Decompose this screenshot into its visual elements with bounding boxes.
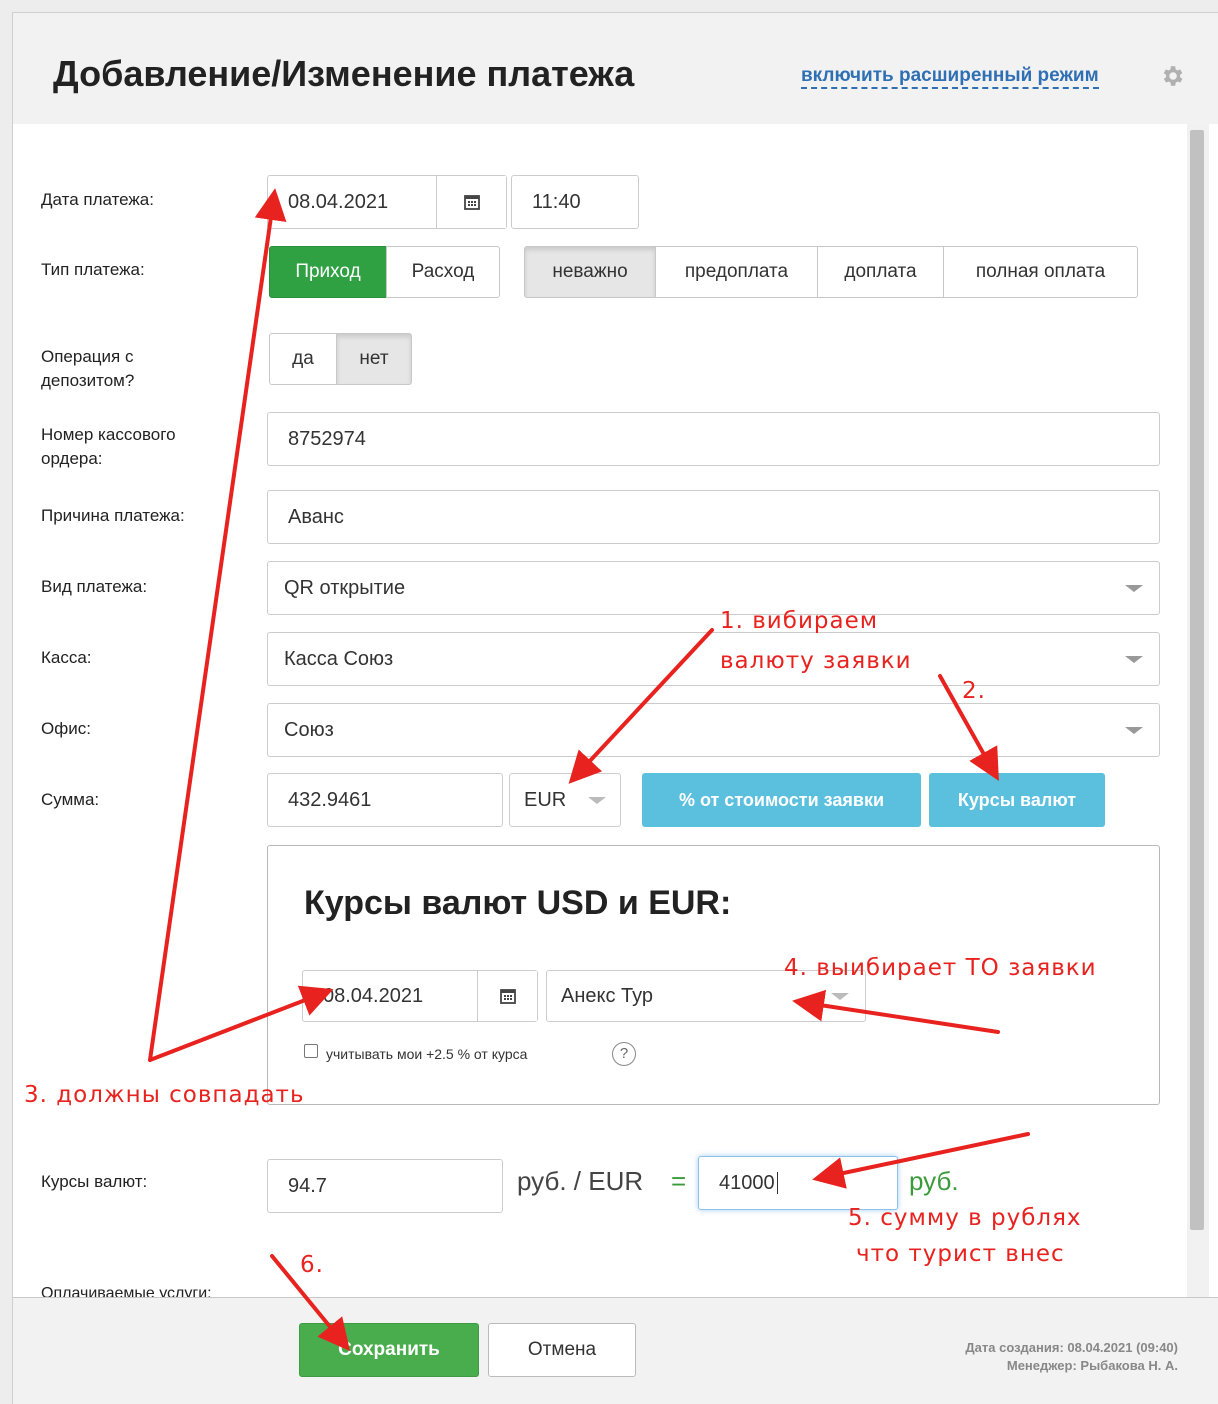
annotation-3: 3. должны совпадать xyxy=(24,1082,305,1108)
annotation-5-line1: 5. сумму в рублях xyxy=(848,1205,1082,1231)
arrow-3a xyxy=(148,188,287,1062)
annotation-4: 4. выибирает ТО заявки xyxy=(784,955,1097,981)
arrow-5 xyxy=(812,1132,1030,1189)
annotation-1-line2: валюту заявки xyxy=(720,648,912,674)
arrow-4 xyxy=(792,989,1000,1034)
annotation-arrows xyxy=(148,188,1030,1352)
arrow-1 xyxy=(568,628,714,784)
annotation-2: 2. xyxy=(962,678,986,704)
annotation-6: 6. xyxy=(300,1252,324,1278)
arrow-3b xyxy=(148,985,334,1062)
annotation-5-line2: что турист внес xyxy=(856,1241,1065,1267)
annotation-1-line1: 1. вибираем xyxy=(720,608,879,634)
